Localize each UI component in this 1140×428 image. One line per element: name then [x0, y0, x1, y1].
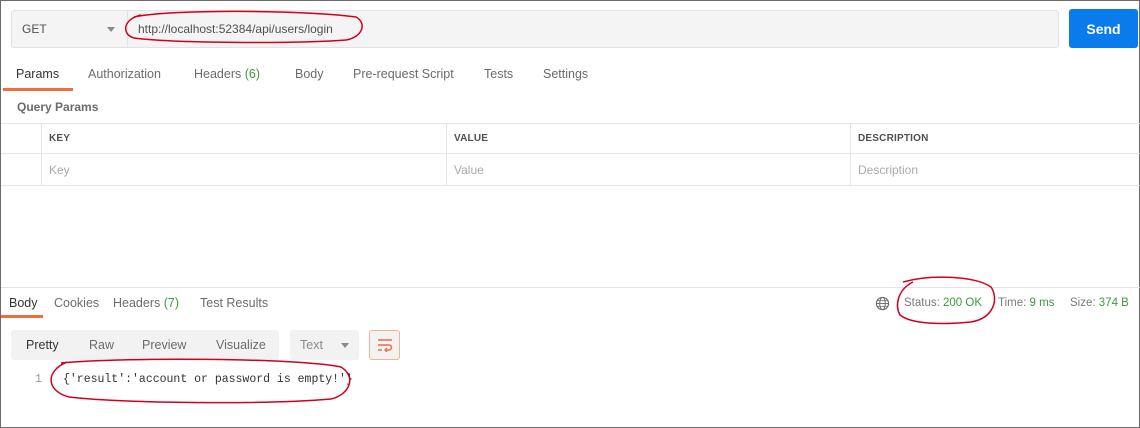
tab-label: Tests — [484, 67, 514, 81]
response-divider — [1, 287, 1140, 288]
tab-label: Headers — [113, 296, 161, 310]
tab-headers[interactable]: Headers (6) — [194, 59, 260, 91]
time-value: 9 ms — [1029, 297, 1055, 309]
key-input[interactable]: Key — [41, 154, 446, 185]
size-label: Size: — [1070, 297, 1096, 309]
tab-params[interactable]: Params — [16, 59, 59, 91]
view-preview[interactable]: Preview — [142, 330, 186, 360]
size-indicator[interactable]: Size: 374 B — [1070, 297, 1129, 309]
status-value: 200 OK — [943, 297, 983, 309]
app-window: GET http://localhost:52384/api/users/log… — [0, 0, 1140, 428]
active-tab-indicator — [3, 88, 73, 91]
column-header-description: DESCRIPTION — [850, 124, 1140, 153]
description-input[interactable]: Description — [850, 154, 1140, 185]
tab-body[interactable]: Body — [295, 59, 324, 91]
chevron-down-icon — [107, 26, 115, 32]
tab-count-badge: (6) — [244, 67, 261, 81]
view-pretty[interactable]: Pretty — [26, 330, 59, 360]
query-params-title: Query Params — [17, 100, 99, 114]
wrap-lines-button[interactable] — [369, 330, 400, 360]
tab-pre-request-script[interactable]: Pre-request Script — [353, 59, 454, 91]
column-header-value: VALUE — [446, 124, 850, 153]
tab-label: Pre-request Script — [353, 67, 454, 81]
request-tabs: Params Authorization Headers (6) Body Pr… — [1, 59, 1140, 91]
method-label: GET — [22, 22, 47, 36]
response-tab-headers[interactable]: Headers (7) — [113, 296, 179, 310]
tab-label: Settings — [543, 67, 589, 81]
size-value: 374 B — [1098, 297, 1129, 309]
chevron-down-icon — [341, 342, 349, 348]
url-input[interactable]: http://localhost:52384/api/users/login — [128, 11, 1058, 47]
format-label: Text — [300, 338, 323, 352]
time-indicator[interactable]: Time: 9 ms — [998, 297, 1054, 309]
tab-label: Headers — [194, 67, 242, 81]
tab-label: Body — [295, 67, 324, 81]
line-number: 1 — [35, 373, 42, 386]
response-tab-body[interactable]: Body — [9, 296, 38, 310]
response-tab-test-results[interactable]: Test Results — [200, 296, 268, 310]
status-indicator[interactable]: Status: 200 OK — [904, 297, 982, 309]
tab-label: Params — [16, 67, 60, 81]
table-header-row: KEY VALUE DESCRIPTION — [1, 123, 1140, 154]
format-select[interactable]: Text — [290, 330, 359, 360]
view-mode-selector: Pretty Raw Preview Visualize — [11, 330, 279, 360]
send-button[interactable]: Send — [1069, 9, 1138, 48]
url-text: http://localhost:52384/api/users/login — [138, 22, 333, 36]
status-label: Status: — [904, 297, 940, 309]
tab-count-badge: (7) — [163, 296, 180, 310]
column-header-key: KEY — [41, 124, 446, 153]
wrap-lines-icon — [377, 339, 392, 352]
response-body-text[interactable]: {'result':'account or password is empty!… — [63, 373, 353, 386]
url-bar: GET http://localhost:52384/api/users/log… — [11, 10, 1059, 48]
view-raw[interactable]: Raw — [89, 330, 114, 360]
globe-icon[interactable] — [875, 296, 890, 311]
method-select[interactable]: GET — [12, 11, 128, 47]
table-row: Key Value Description — [1, 154, 1140, 186]
time-label: Time: — [998, 297, 1027, 309]
tab-label: Authorization — [88, 67, 161, 81]
tab-authorization[interactable]: Authorization — [88, 59, 161, 91]
value-input[interactable]: Value — [446, 154, 850, 185]
tab-tests[interactable]: Tests — [484, 59, 513, 91]
tab-settings[interactable]: Settings — [543, 59, 588, 91]
view-visualize[interactable]: Visualize — [216, 330, 266, 360]
response-active-tab-indicator — [1, 315, 43, 318]
response-tab-cookies[interactable]: Cookies — [54, 296, 99, 310]
